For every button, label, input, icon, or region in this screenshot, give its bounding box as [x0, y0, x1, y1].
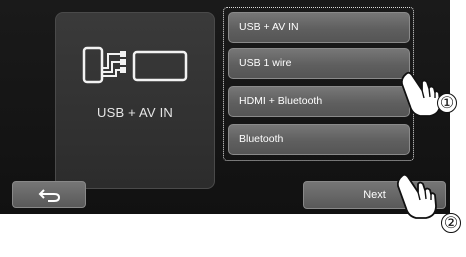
step-2-callout: ②: [441, 213, 461, 233]
option-usb-1-wire-button[interactable]: USB 1 wire: [228, 48, 410, 79]
setup-screen: USB + AV IN USB + AV IN USB 1 wire HDMI …: [0, 0, 450, 214]
option-hdmi-bluetooth-button[interactable]: HDMI + Bluetooth: [228, 86, 410, 117]
option-bluetooth-button[interactable]: Bluetooth: [228, 124, 410, 155]
step-1-callout: ①: [437, 93, 457, 113]
pointing-hand-icon: [396, 173, 437, 219]
back-arrow-icon: [38, 189, 61, 202]
pointing-hand-icon: [400, 71, 441, 117]
device-preview-panel: USB + AV IN: [55, 12, 215, 189]
phone-usb-display-icon: [82, 46, 188, 84]
device-preview-label: USB + AV IN: [96, 105, 174, 120]
back-button[interactable]: [12, 181, 86, 208]
option-usb-av-in-button[interactable]: USB + AV IN: [228, 12, 410, 43]
